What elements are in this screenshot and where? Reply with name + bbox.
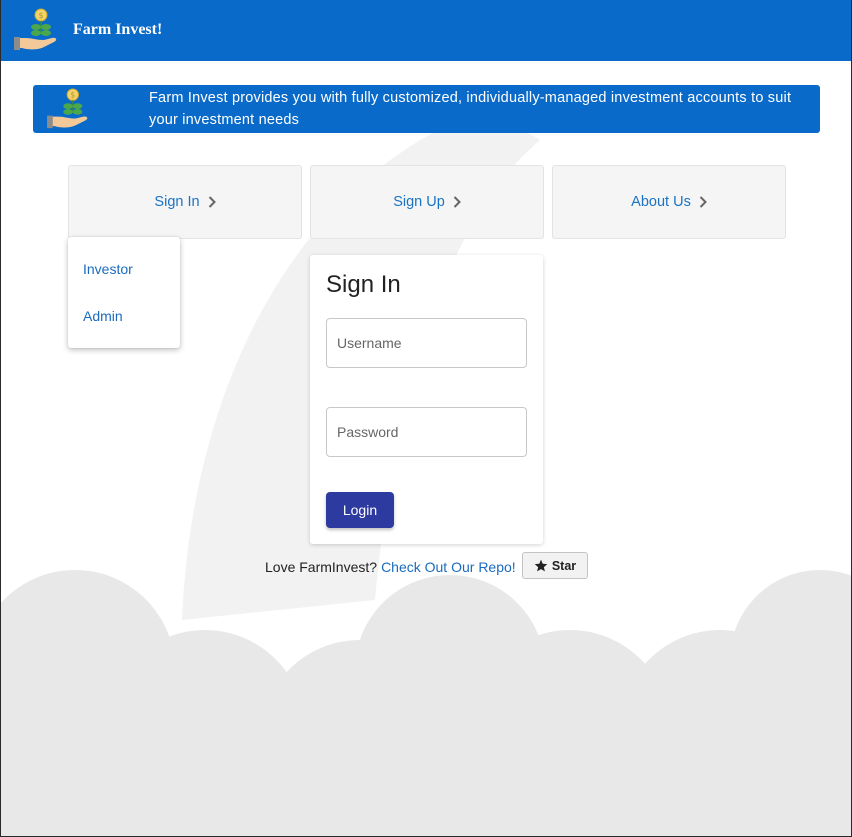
chevron-right-icon <box>699 196 707 208</box>
form-title: Sign In <box>326 271 401 298</box>
menu-item-investor[interactable]: Investor <box>83 261 133 277</box>
star-label: Star <box>551 558 577 573</box>
star-icon <box>534 559 548 572</box>
sign-up-label: Sign Up <box>393 194 445 210</box>
svg-text:$: $ <box>38 11 43 20</box>
repo-prompt: Love FarmInvest? <box>265 559 378 575</box>
about-us-label: About Us <box>631 194 691 210</box>
chevron-right-icon <box>453 196 461 208</box>
about-us-card[interactable]: About Us <box>552 165 786 239</box>
app-header: $ Farm Invest! <box>0 0 852 61</box>
sign-in-label: Sign In <box>154 194 200 210</box>
brand-title: Farm Invest! <box>73 21 163 38</box>
hand-holding-coin-plant-icon: $ <box>47 88 88 129</box>
chevron-right-icon <box>208 196 216 208</box>
github-star-button[interactable]: Star <box>522 552 588 579</box>
repo-promo: Love FarmInvest? Check Out Our Repo! <box>265 557 516 577</box>
sign-in-dropdown-menu: Investor Admin <box>68 237 180 348</box>
sign-up-card[interactable]: Sign Up <box>310 165 544 239</box>
hand-holding-coin-plant-icon: $ <box>14 8 57 50</box>
repo-link[interactable]: Check Out Our Repo! <box>381 559 516 575</box>
sign-in-card[interactable]: Sign In <box>68 165 302 239</box>
login-button[interactable]: Login <box>326 492 394 528</box>
sign-in-form: Sign In Login <box>310 255 543 544</box>
menu-item-admin[interactable]: Admin <box>83 308 123 324</box>
username-input[interactable] <box>326 318 527 368</box>
info-banner: $ Farm Invest provides you with fully cu… <box>33 85 820 133</box>
password-input[interactable] <box>326 407 527 457</box>
banner-text: Farm Invest provides you with fully cust… <box>149 90 792 128</box>
svg-text:$: $ <box>70 91 75 100</box>
